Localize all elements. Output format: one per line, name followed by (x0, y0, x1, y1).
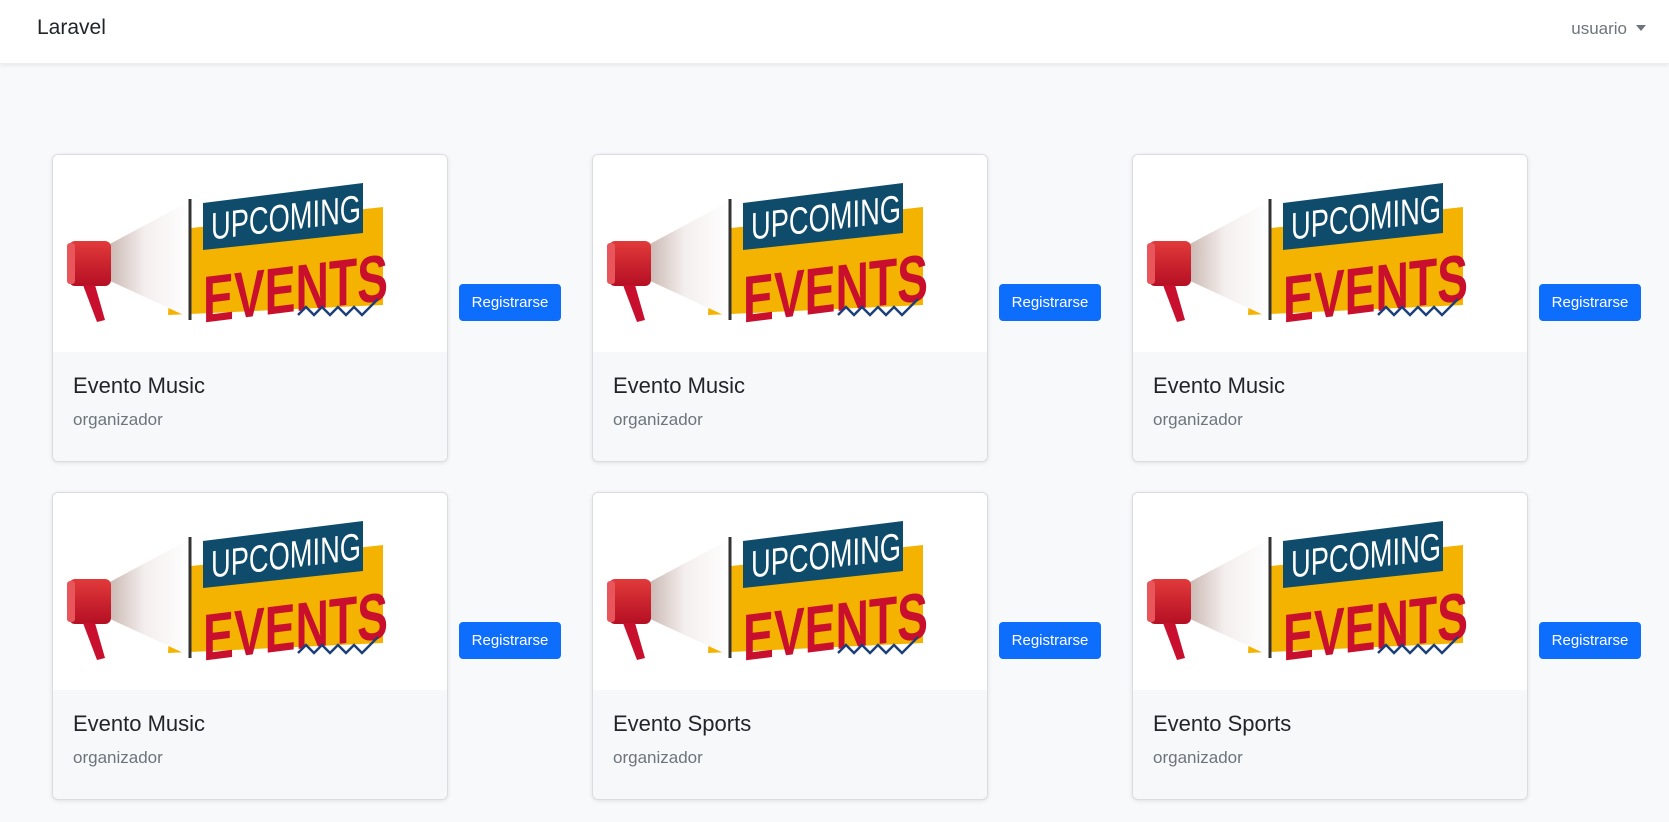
event-organizer: organizador (1153, 410, 1243, 429)
register-button[interactable]: Registrarse (459, 284, 561, 321)
event-card: UPCOMING EVENTS Evento Music organizador (52, 154, 448, 462)
register-button[interactable]: Registrarse (999, 284, 1101, 321)
register-button[interactable]: Registrarse (999, 622, 1101, 659)
event-card-body: Evento Music organizador (53, 352, 447, 461)
event-banner-image: UPCOMING EVENTS (53, 493, 447, 690)
register-button[interactable]: Registrarse (1539, 622, 1641, 659)
event-organizer: organizador (613, 748, 703, 767)
brand-link[interactable]: Laravel (37, 16, 106, 40)
event-card-body: Evento Music organizador (1133, 352, 1527, 461)
event-banner-image: UPCOMING EVENTS (53, 155, 447, 352)
user-name: usuario (1571, 19, 1627, 38)
event-card-body: Evento Music organizador (53, 690, 447, 799)
event-card-body: Evento Sports organizador (1133, 690, 1527, 799)
event-title: Evento Music (73, 711, 206, 736)
event-title: Evento Sports (1153, 711, 1292, 736)
event-card-body: Evento Sports organizador (593, 690, 987, 799)
event-banner-image: UPCOMING EVENTS (593, 155, 987, 352)
event-banner-image: UPCOMING EVENTS (1133, 493, 1527, 690)
event-card-body: Evento Music organizador (593, 352, 987, 461)
event-card: UPCOMING EVENTS Evento Sports organizado… (1132, 492, 1528, 800)
event-title: Evento Music (1153, 373, 1286, 398)
event-banner-image: UPCOMING EVENTS (593, 493, 987, 690)
event-organizer: organizador (73, 410, 163, 429)
event-card: UPCOMING EVENTS Evento Sports organizado… (592, 492, 988, 800)
top-navbar: Laravel usuario (0, 0, 1669, 64)
event-organizer: organizador (1153, 748, 1243, 767)
register-button[interactable]: Registrarse (1539, 284, 1641, 321)
event-organizer: organizador (73, 748, 163, 767)
event-card: UPCOMING EVENTS Evento Music organizador (592, 154, 988, 462)
user-dropdown[interactable]: usuario (1571, 19, 1646, 39)
event-organizer: organizador (613, 410, 703, 429)
event-title: Evento Music (73, 373, 206, 398)
caret-down-icon (1636, 25, 1646, 31)
register-button[interactable]: Registrarse (459, 622, 561, 659)
event-card: UPCOMING EVENTS Evento Music organizador (52, 492, 448, 800)
event-title: Evento Music (613, 373, 746, 398)
event-banner-image: UPCOMING EVENTS (1133, 155, 1527, 352)
event-title: Evento Sports (613, 711, 752, 736)
event-card: UPCOMING EVENTS Evento Music organizador (1132, 154, 1528, 462)
